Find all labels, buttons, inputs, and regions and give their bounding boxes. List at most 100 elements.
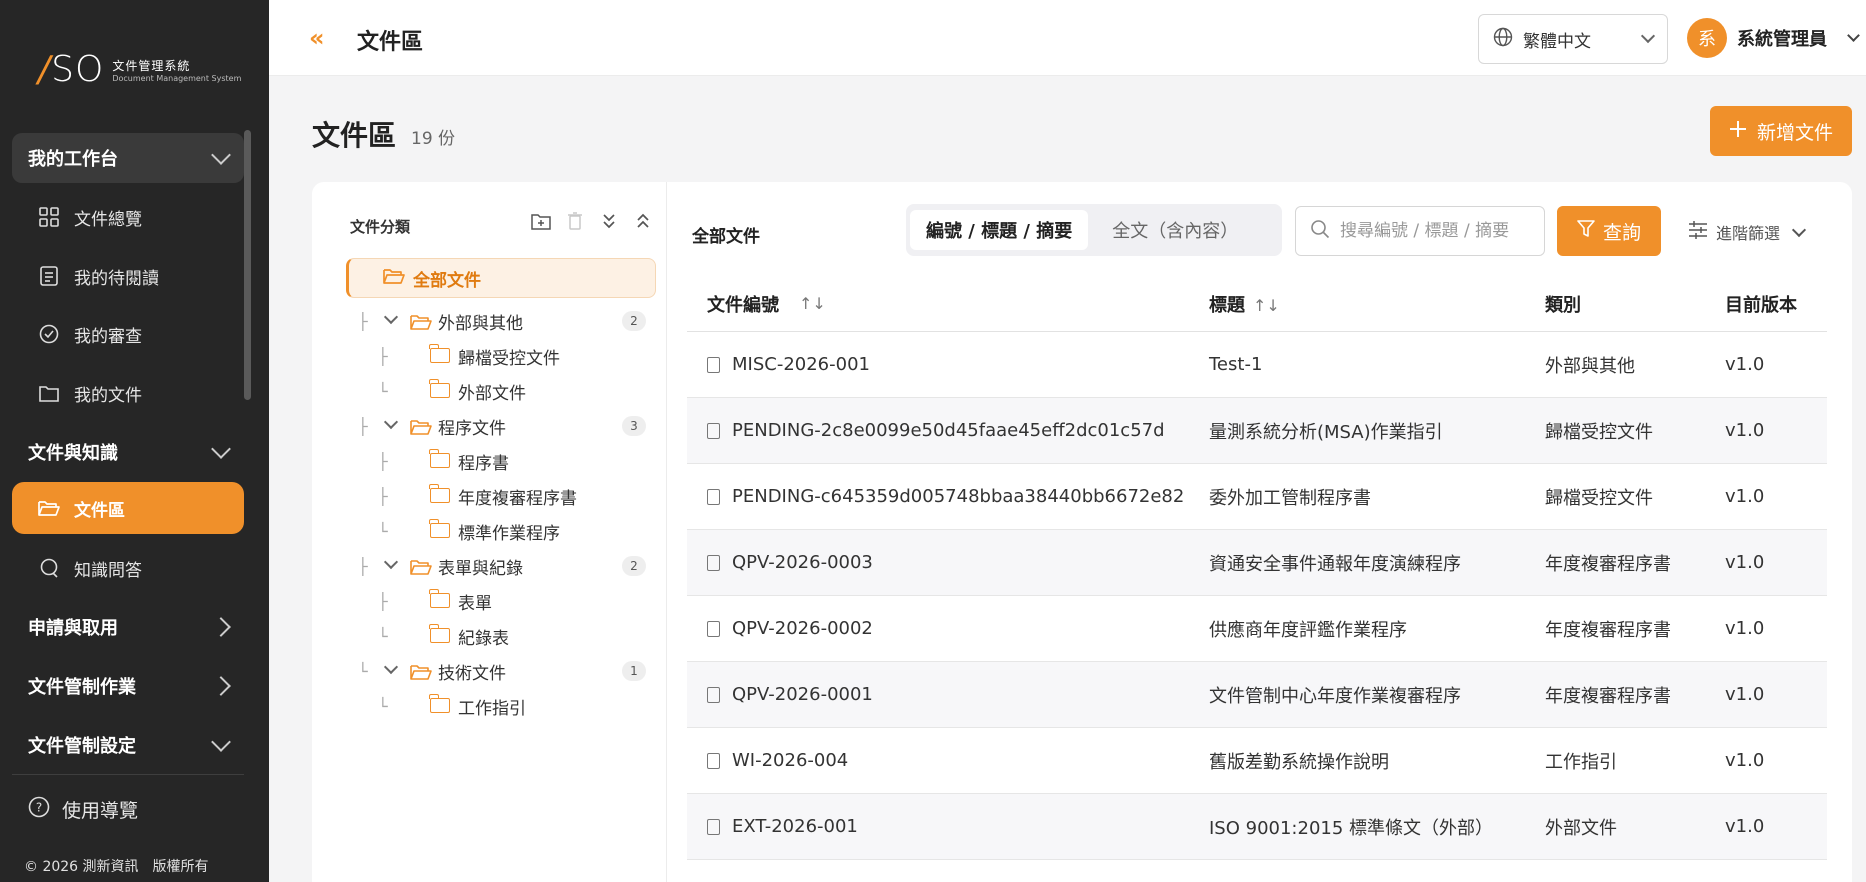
table-row[interactable]: QPV-2026-0002 供應商年度評鑑作業程序 年度複審程序書 v1.0	[687, 596, 1827, 662]
count-badge: 3	[622, 416, 646, 436]
table-row[interactable]: PENDING-2c8e0099e50d45faae45eff2dc01c57d…	[687, 398, 1827, 464]
sidebar-section-apply[interactable]: 申請與取用	[12, 602, 244, 652]
cell-version: v1.0	[1725, 420, 1765, 441]
sidebar-section-control-settings[interactable]: 文件管制設定	[12, 720, 244, 770]
table-row[interactable]: PENDING-c645359d005748bbaa38440bb6672e82…	[687, 464, 1827, 530]
sidebar-item-overview[interactable]: 文件總覽	[12, 191, 244, 243]
column-header-title[interactable]: 標題 ↑↓	[1209, 291, 1545, 317]
folder-open-icon	[410, 558, 432, 581]
help-guide-link[interactable]: ? 使用導覽	[28, 796, 138, 823]
table-row[interactable]: WI-2026-004 舊版差勤系統操作說明 工作指引 v1.0	[687, 728, 1827, 794]
chevron-down-icon	[1640, 28, 1656, 44]
help-icon: ?	[28, 796, 50, 823]
sidebar-item-to-read[interactable]: 我的待閱讀	[12, 250, 244, 302]
advanced-filter-toggle[interactable]: 進階篩選	[1688, 220, 1807, 244]
mode-fulltext[interactable]: 全文（含內容）	[1096, 210, 1254, 250]
count-badge: 2	[622, 556, 646, 576]
sidebar-item-reviews[interactable]: 我的審查	[12, 308, 244, 360]
table-row[interactable]: QPV-2026-0003 資通安全事件通報年度演練程序 年度複審程序書 v1.0	[687, 530, 1827, 596]
collapse-sidebar-icon[interactable]: «	[309, 24, 325, 52]
sidebar-item-knowledge-qa[interactable]: 知識問答	[12, 542, 244, 594]
sidebar-item-doc-area[interactable]: 文件區	[12, 482, 244, 534]
language-value: 繁體中文	[1523, 31, 1591, 52]
tree-item-sop[interactable]: └ 標準作業程序	[312, 514, 652, 548]
cell-title: ISO 9001:2015 標準條文（外部）	[1209, 817, 1494, 839]
tree-item-records[interactable]: └ 紀錄表	[312, 619, 652, 653]
chevron-down-icon	[211, 439, 231, 459]
search-input[interactable]	[1340, 221, 1530, 241]
logo[interactable]: /SO 文件管理系統 Document Management System	[38, 52, 241, 88]
tree-item-external-docs[interactable]: └ 外部文件	[312, 374, 652, 408]
tree-item-forms[interactable]: ├ 表單	[312, 584, 652, 618]
cell-code[interactable]: PENDING-2c8e0099e50d45faae45eff2dc01c57d	[732, 420, 1165, 441]
column-header-version: 目前版本	[1725, 294, 1797, 316]
document-icon	[707, 752, 720, 769]
cell-category: 歸檔受控文件	[1545, 421, 1653, 443]
document-card: 文件分類 全部文件 ├ 外部與其他 2 ├ 歸檔受控文件 └ 外部文件 ├ 程序…	[312, 182, 1852, 882]
expand-all-icon[interactable]	[598, 212, 620, 235]
category-tree-title: 文件分類	[350, 218, 411, 236]
cell-title: 資通安全事件通報年度演練程序	[1209, 553, 1461, 575]
cell-category: 外部與其他	[1545, 355, 1635, 377]
add-folder-icon[interactable]	[530, 212, 552, 235]
chevron-down-icon	[211, 732, 231, 752]
search-icon	[1310, 219, 1330, 243]
cell-code[interactable]: EXT-2026-001	[732, 816, 858, 837]
query-button[interactable]: 查詢	[1557, 206, 1661, 256]
sidebar-section-docs-knowledge[interactable]: 文件與知識	[12, 427, 244, 477]
language-select[interactable]: 繁體中文	[1478, 14, 1668, 64]
folder-open-icon	[383, 267, 405, 290]
cell-code[interactable]: MISC-2026-001	[732, 354, 870, 375]
document-icon	[707, 620, 720, 637]
cell-code[interactable]: QPV-2026-0002	[732, 618, 873, 639]
tree-item-forms-records[interactable]: ├ 表單與紀錄 2	[312, 549, 652, 583]
column-header-code[interactable]: 文件編號 ↑↓	[687, 291, 1209, 317]
tree-item-archived-controlled[interactable]: ├ 歸檔受控文件	[312, 339, 652, 373]
document-icon	[707, 686, 720, 703]
folder-icon	[429, 519, 450, 543]
sidebar-divider	[12, 774, 244, 775]
sidebar-scrollbar[interactable]	[244, 130, 251, 400]
cell-category: 年度複審程序書	[1545, 553, 1671, 575]
add-document-button[interactable]: 新增文件	[1710, 106, 1852, 156]
folder-icon	[429, 484, 450, 508]
tree-item-annual-review[interactable]: ├ 年度複審程序書	[312, 479, 652, 513]
cell-title: 量測系統分析(MSA)作業指引	[1209, 421, 1443, 443]
tree-item-external[interactable]: ├ 外部與其他 2	[312, 304, 652, 338]
page-title: 文件區	[312, 119, 397, 152]
cell-code[interactable]: PENDING-c645359d005748bbaa38440bb6672e82	[732, 486, 1184, 507]
search-mode-toggle: 編號 / 標題 / 摘要 全文（含內容）	[906, 204, 1282, 256]
tree-item-technical[interactable]: └ 技術文件 1	[312, 654, 652, 688]
sidebar-section-control-ops[interactable]: 文件管制作業	[12, 661, 244, 711]
category-tree: 文件分類 全部文件 ├ 外部與其他 2 ├ 歸檔受控文件 └ 外部文件 ├ 程序…	[312, 182, 667, 882]
cell-title: Test-1	[1209, 354, 1263, 375]
tree-item-procedure-manual[interactable]: ├ 程序書	[312, 444, 652, 478]
tree-item-work-instructions[interactable]: └ 工作指引	[312, 689, 652, 723]
table-row[interactable]: QPV-2026-0001 文件管制中心年度作業複審程序 年度複審程序書 v1.0	[687, 662, 1827, 728]
tree-item-procedures[interactable]: ├ 程序文件 3	[312, 409, 652, 443]
avatar: 系	[1687, 18, 1727, 58]
cell-title: 舊版差勤系統操作說明	[1209, 751, 1389, 773]
sort-icon: ↑↓	[1253, 295, 1280, 315]
logo-name-en: Document Management System	[112, 74, 242, 83]
cell-code[interactable]: QPV-2026-0001	[732, 684, 873, 705]
cell-code[interactable]: WI-2026-004	[732, 750, 848, 771]
tree-item-all-documents[interactable]: 全部文件	[346, 258, 656, 298]
table-header: 文件編號 ↑↓ 標題 ↑↓ 類別 目前版本	[687, 276, 1827, 332]
sidebar-section-workspace[interactable]: 我的工作台	[12, 133, 244, 183]
mode-code-title-summary[interactable]: 編號 / 標題 / 摘要	[910, 210, 1089, 250]
chevron-down-icon	[1847, 28, 1860, 42]
trash-icon[interactable]	[564, 212, 586, 235]
user-menu[interactable]: 系 系統管理員	[1687, 18, 1860, 58]
collapse-all-icon[interactable]	[632, 212, 654, 235]
filter-icon	[1577, 219, 1595, 243]
sort-icon: ↑↓	[799, 294, 826, 313]
cell-code[interactable]: QPV-2026-0003	[732, 552, 873, 573]
document-icon	[707, 422, 720, 439]
cell-version: v1.0	[1725, 486, 1765, 507]
cell-version: v1.0	[1725, 354, 1765, 375]
table-row[interactable]: EXT-2026-001 ISO 9001:2015 標準條文（外部） 外部文件 v1…	[687, 794, 1827, 860]
sidebar-item-my-docs[interactable]: 我的文件	[12, 367, 244, 419]
table-row[interactable]: MISC-2026-001 Test-1 外部與其他 v1.0	[687, 332, 1827, 398]
folder-icon	[429, 694, 450, 718]
